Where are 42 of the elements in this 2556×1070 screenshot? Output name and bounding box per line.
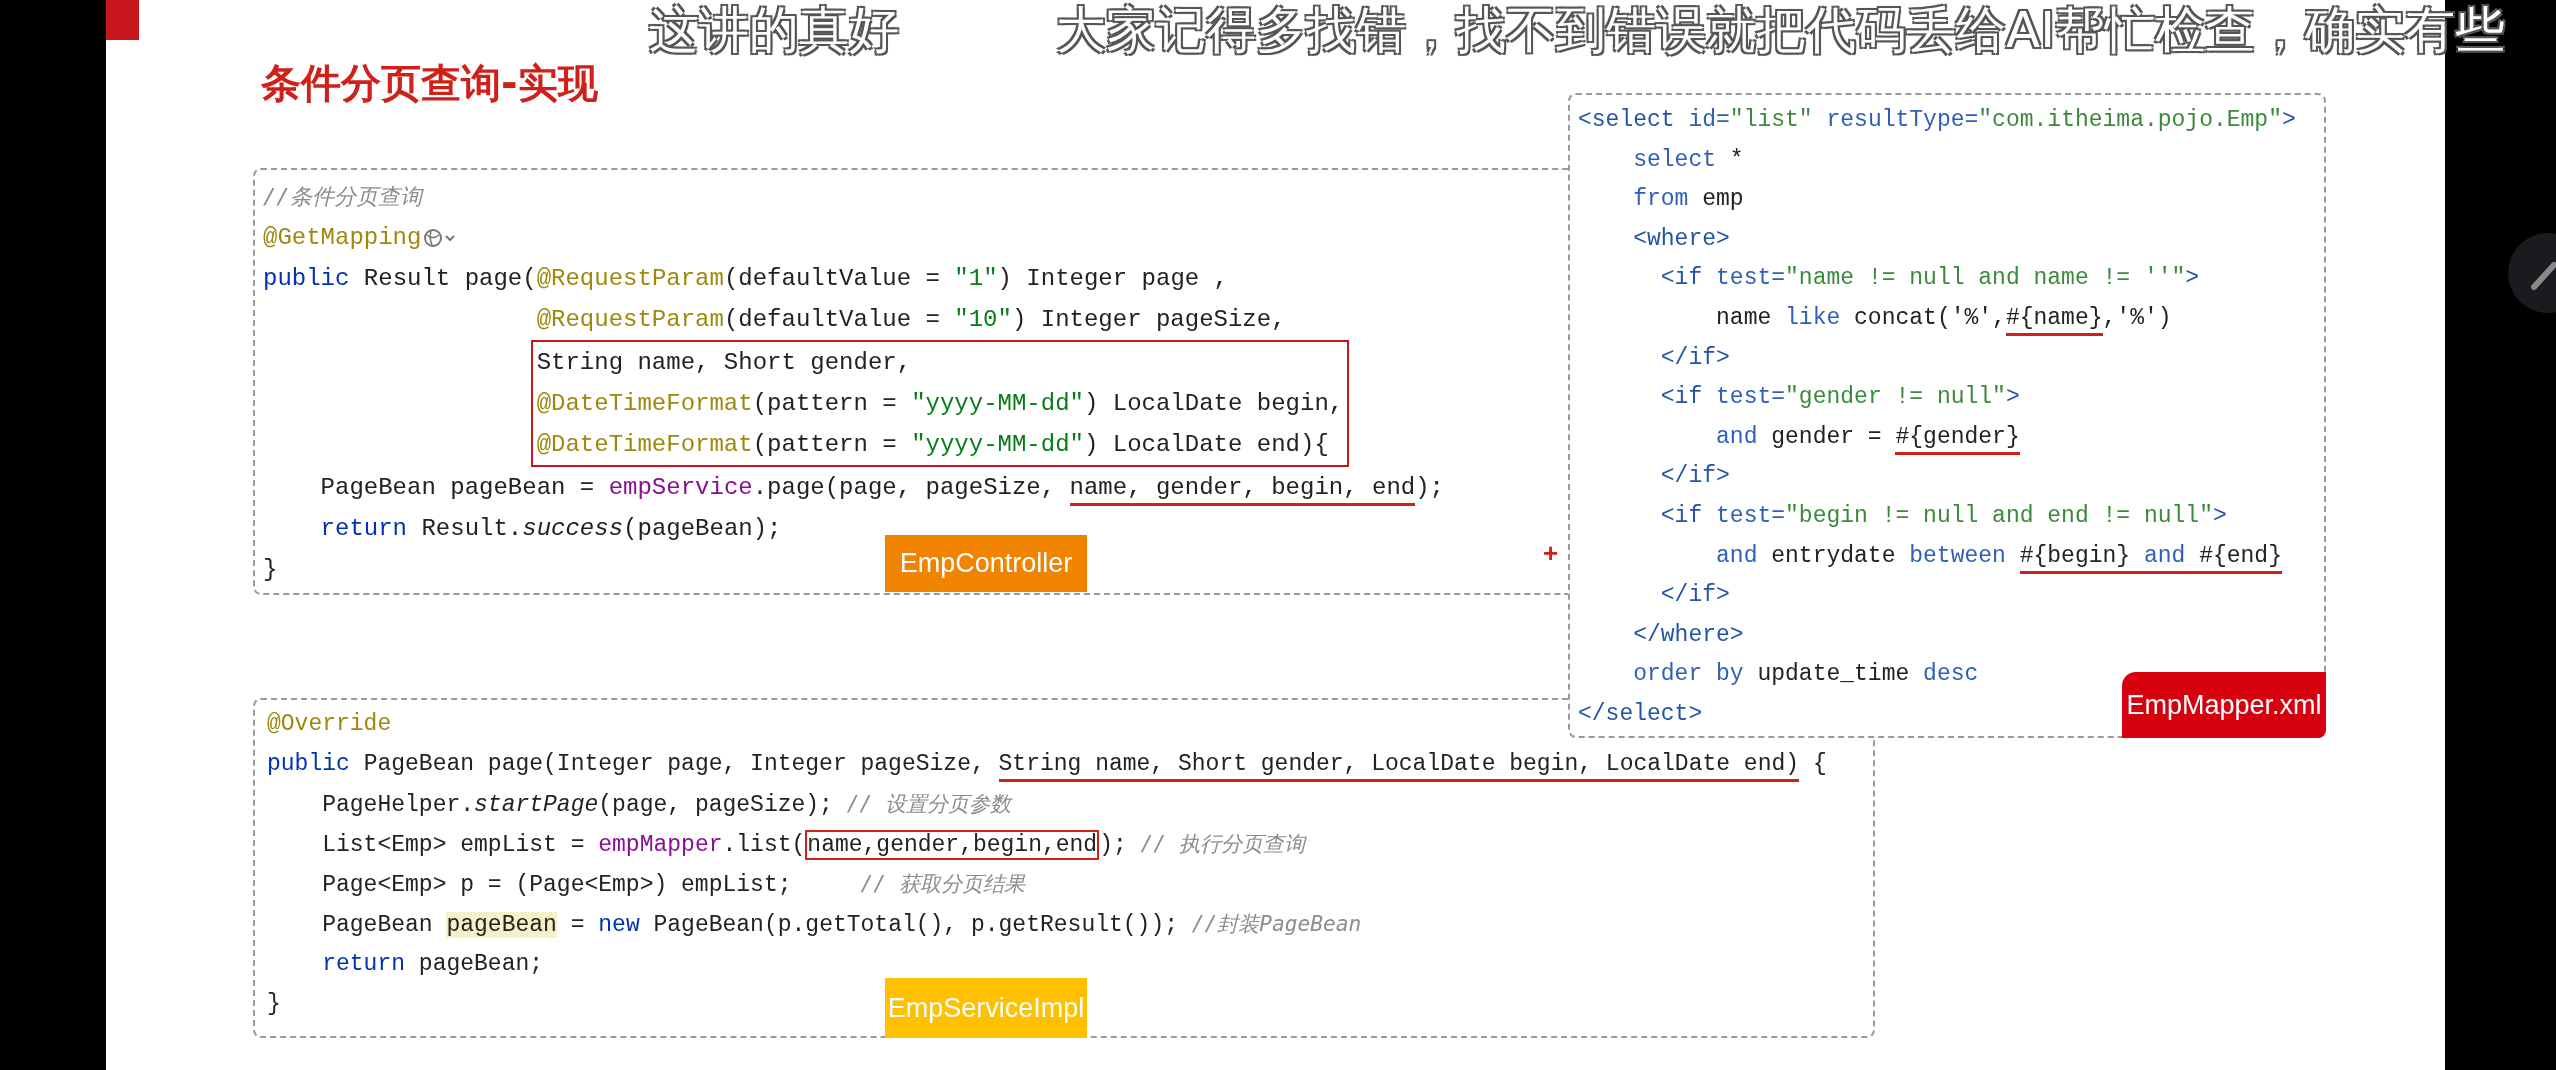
file-label: EmpMapper.xml: [2122, 672, 2326, 738]
plus-sign: +: [1543, 537, 1559, 570]
slide-title: 条件分页查询-实现: [261, 59, 599, 108]
code-line: <select id="list" resultType="com.itheima.pojo.Emp">: [1578, 106, 2296, 135]
code-line: <if test="gender != null">: [1659, 383, 2020, 413]
code-line: return Result.success(pageBean);: [319, 514, 782, 544]
file-label: EmpServiceImpl: [885, 978, 1087, 1038]
code-line: String name, Short gender,: [536, 348, 912, 378]
code-line: from emp: [1632, 185, 1744, 215]
pen-icon[interactable]: [2508, 233, 2556, 313]
code-line: order by update_time desc: [1632, 660, 1979, 690]
code-line: //条件分页查询: [263, 183, 422, 211]
file-label: EmpController: [885, 535, 1087, 592]
code-line: <where>: [1632, 224, 1730, 254]
code-line: @RequestParam(defaultValue = "10") Integer pageSize,: [535, 305, 1286, 335]
code-line: List<Emp> empList = empMapper.list(name,gender,begin,end); // 执行分页查询: [321, 829, 1305, 862]
code-line: }: [267, 990, 281, 1019]
code-line: @Override: [267, 710, 392, 739]
code-line: PageBean pageBean = empService.page(page, pageSize, name, gender, begin, end);: [263, 467, 1444, 508]
code-line: @DateTimeFormat(pattern = "yyyy-MM-dd") LocalDate begin,: [536, 389, 1344, 419]
code-line: </if>: [1659, 462, 1730, 492]
code-line: public PageBean page(Integer page, Integer pageSize, String name, Short gender, LocalDate begin, LocalDate end) {: [267, 744, 1827, 784]
code-line: </if>: [1659, 581, 1730, 611]
code-line: PageBean pageBean = new PageBean(p.getTotal(), p.getResult()); //封装PageBean: [321, 910, 1362, 940]
code-line: PageHelper.startPage(page, pageSize); // 设置分页参数: [321, 790, 1011, 820]
code-line: select *: [1632, 145, 1744, 175]
corner-block: [106, 0, 139, 40]
code-line: return pageBean;: [321, 950, 544, 979]
code-line: @DateTimeFormat(pattern = "yyyy-MM-dd") LocalDate end){: [536, 430, 1329, 460]
code-line: @GetMapping: [263, 217, 460, 258]
code-line: </if>: [1659, 343, 1730, 373]
bullet-comment: 这讲的真好: [649, 2, 901, 58]
code-line: and entrydate between #{begin} and #{end}: [1578, 536, 2282, 577]
code-line: }: [263, 555, 278, 585]
code-line: Page<Emp> p = (Page<Emp>) empList; // 获取分页结果: [321, 870, 1025, 900]
code-line: <if test="name != null and name != ''">: [1659, 264, 2200, 294]
code-line: </where>: [1632, 620, 1744, 650]
code-line: public Result page(@RequestParam(defaultValue = "1") Integer page ,: [263, 264, 1228, 294]
code-line: name like concat('%',#{name},'%'): [1578, 298, 2172, 339]
code-line: </select>: [1578, 699, 1703, 729]
code-line: <if test="begin != null and end != null">: [1659, 501, 2227, 531]
code-line: and gender = #{gender}: [1578, 417, 2020, 458]
